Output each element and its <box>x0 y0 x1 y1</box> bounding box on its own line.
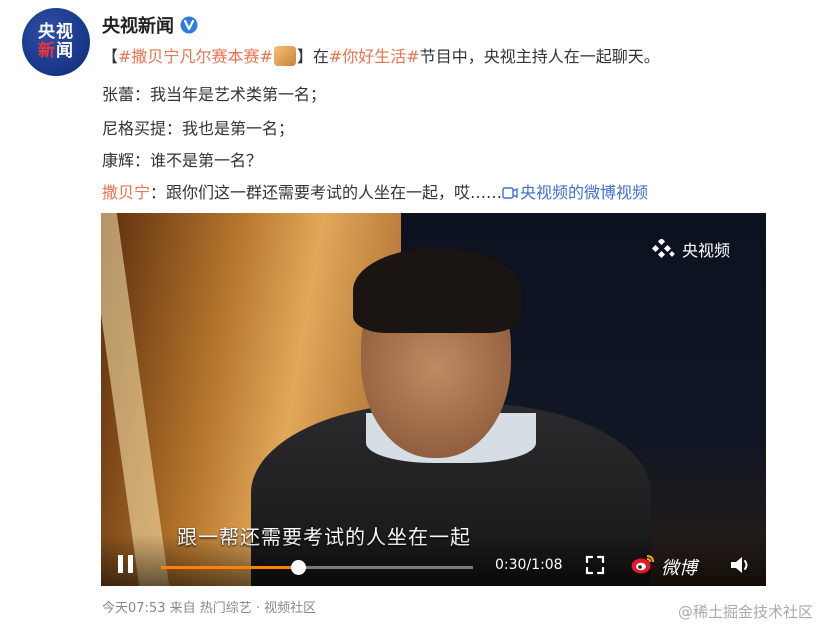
avatar[interactable]: 央视 新闻 <box>22 8 90 76</box>
post-line-3: 尼格买提：我也是第一名； <box>102 118 294 140</box>
video-time: 0:30/1:08 <box>495 557 563 573</box>
post-source: 热门综艺 · 视频社区 <box>199 601 317 616</box>
video-player[interactable]: 央视频 跟一帮还需要考试的人坐在一起 0:30/1:08 微博 <box>101 213 766 586</box>
post-line-5: 撒贝宁：跟你们这一群还需要考试的人坐在一起，哎…… 央视频的微博视频 <box>102 182 648 204</box>
watermark: @稀土掘金技术社区 <box>677 603 813 621</box>
avatar-text-rest: 闻 <box>56 41 74 61</box>
cctv-video-logo: 央视频 <box>650 237 730 261</box>
video-source-link[interactable]: 央视频的微博视频 <box>502 183 648 202</box>
weibo-brand-text: 微博 <box>661 558 697 579</box>
bracket-close: 】 <box>296 47 313 66</box>
video-link-text: 央视频的微博视频 <box>520 183 649 202</box>
yangshipin-logo-icon <box>651 239 675 259</box>
video-progress-bar[interactable] <box>161 560 473 575</box>
speaker-label: 康辉： <box>102 151 151 170</box>
volume-icon[interactable] <box>729 554 753 576</box>
video-controls: 0:30/1:08 微博 <box>101 534 766 586</box>
fullscreen-icon[interactable] <box>585 555 605 575</box>
post-line-4: 康辉：谁不是第一名？ <box>102 150 262 172</box>
speaker-text: ：跟你们这一群还需要考试的人坐在一起，哎…… <box>150 183 503 202</box>
video-frame-person-hair <box>353 248 521 333</box>
author-header: 央视新闻 <box>102 12 198 38</box>
post-text-a: 在 <box>312 47 329 66</box>
video-progress-handle[interactable] <box>291 560 307 575</box>
weibo-logo-icon <box>631 555 654 574</box>
cat-emoji-icon <box>273 46 296 66</box>
verified-badge-icon <box>180 16 198 34</box>
speaker-label-highlight: 撒贝宁 <box>102 183 151 202</box>
video-link-icon <box>502 187 518 199</box>
video-progress-fill <box>161 566 299 569</box>
topic-tag-sabeining[interactable]: #撒贝宁凡尔赛本赛# <box>118 47 273 66</box>
author-name[interactable]: 央视新闻 <box>102 12 174 38</box>
speaker-label: 张蕾： <box>102 85 151 104</box>
speaker-text: 谁不是第一名？ <box>150 151 263 170</box>
cctv-video-logo-text: 央视频 <box>681 241 730 260</box>
topic-tag-part2: 凡尔赛本赛# <box>179 47 273 66</box>
post-line-2: 张蕾：我当年是艺术类第一名； <box>102 84 326 106</box>
speaker-text: 我也是第一名； <box>182 119 295 138</box>
speaker-label: 尼格买提： <box>102 119 183 138</box>
post-source-prefix: 来自 <box>169 601 196 616</box>
post-line-1: 【#撒贝宁凡尔赛本赛# 】在#你好生活#节目中，央视主持人在一起聊天。 <box>102 46 660 68</box>
avatar-text-line2: 新闻 <box>38 42 74 61</box>
avatar-text-red: 新 <box>38 41 56 61</box>
post-time[interactable]: 今天07:53 <box>102 601 165 616</box>
post-meta: 今天07:53 来自 热门综艺 · 视频社区 <box>102 597 316 616</box>
avatar-text-line1: 央视 <box>38 22 74 42</box>
bracket-open: 【 <box>102 47 119 66</box>
post-text-b: 节目中，央视主持人在一起聊天。 <box>419 47 660 66</box>
pause-icon[interactable] <box>115 553 137 575</box>
topic-tag-nihaoshenghuo[interactable]: #你好生活# <box>329 47 420 66</box>
speaker-text: 我当年是艺术类第一名； <box>150 85 327 104</box>
topic-tag-part1: #撒贝宁 <box>118 47 180 66</box>
